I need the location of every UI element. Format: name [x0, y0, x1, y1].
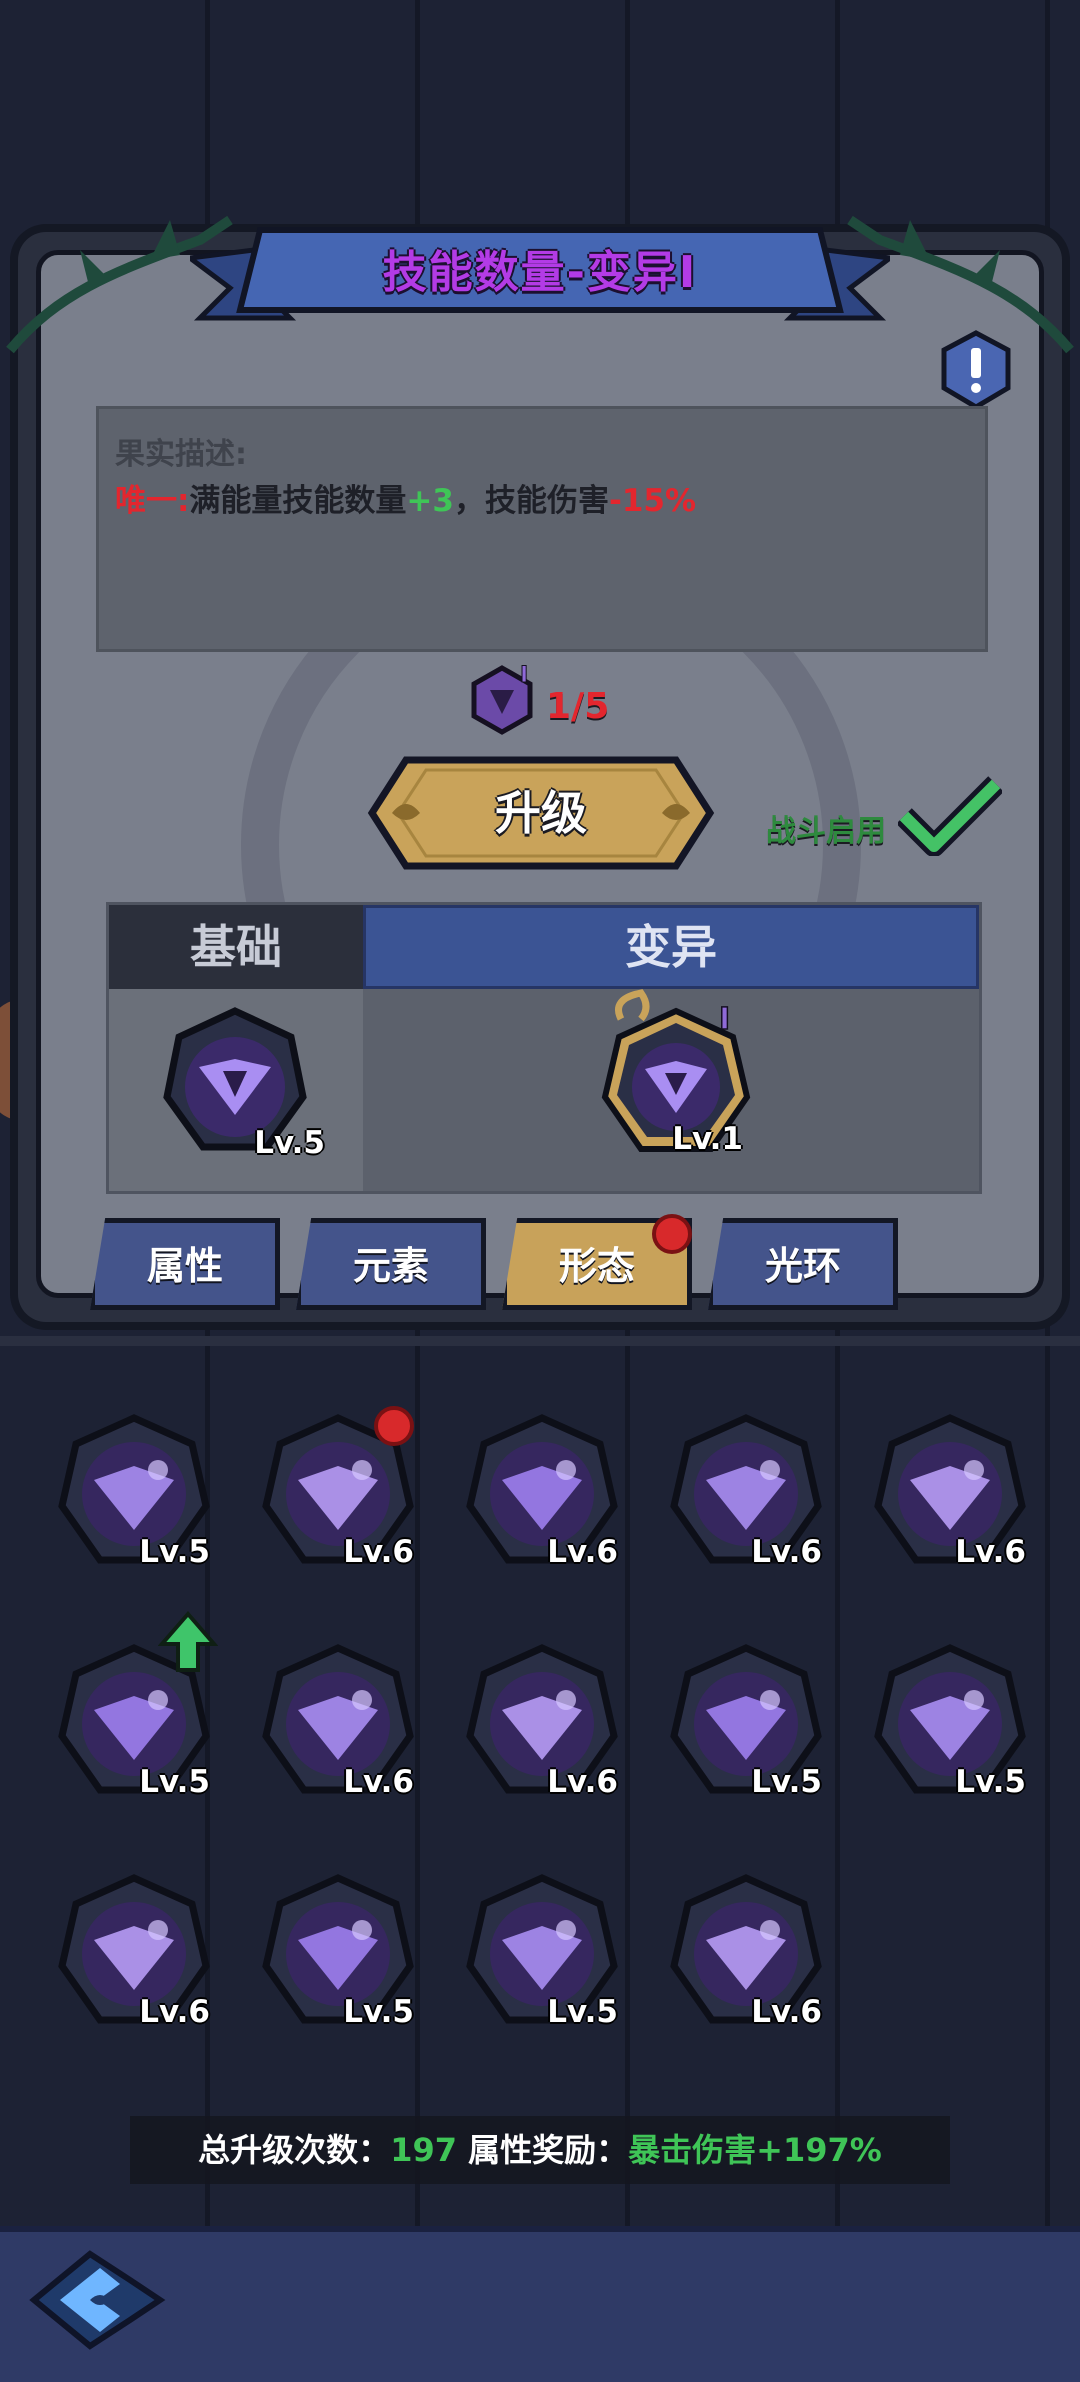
svg-text:I: I: [719, 1002, 730, 1037]
svg-text:I: I: [520, 663, 528, 688]
mutation-fruit-icon: I: [471, 663, 533, 735]
skill-level: Lv.6: [751, 1534, 822, 1570]
info-alert-icon[interactable]: [940, 330, 1012, 410]
mutation-skill-icon[interactable]: I Lv.1: [591, 989, 761, 1179]
penalty-value: -15%: [608, 483, 697, 519]
description-box: 果实描述: 唯一:满能量技能数量+3，技能伤害-15%: [96, 406, 988, 652]
upgrade-button[interactable]: 升级: [366, 754, 716, 872]
section-divider: [0, 1336, 1080, 1346]
basic-header: 基础: [109, 905, 363, 989]
attribute-bonus-label: 属性奖励：: [468, 2131, 629, 2169]
total-upgrades-label: 总升级次数：: [198, 2131, 391, 2169]
tab-attribute[interactable]: 属性: [90, 1218, 280, 1310]
tab-aura[interactable]: 光环: [708, 1218, 898, 1310]
upgrade-available-arrow-icon: [158, 1610, 218, 1672]
basic-column: Lv.5: [109, 989, 363, 1191]
skill-item[interactable]: Lv.5: [54, 1610, 218, 1810]
skill-item[interactable]: Lv.5: [54, 1410, 214, 1580]
total-upgrades-value: 197: [390, 2131, 457, 2169]
mutation-skill-level: Lv.1: [672, 1121, 743, 1157]
description-text: 唯一:满能量技能数量+3，技能伤害-15%: [115, 475, 696, 520]
category-tabs: 属性 元素 形态 光环: [90, 1214, 920, 1310]
skill-item[interactable]: Lv.5: [462, 1870, 622, 2040]
skill-level: Lv.5: [955, 1764, 1026, 1800]
mutation-header: 变异: [363, 905, 979, 989]
description-part2: ，技能伤害: [453, 483, 609, 519]
upgrade-summary-bar: 总升级次数：197 属性奖励：暴击伤害+197%: [130, 2116, 950, 2184]
description-heading: 果实描述:: [115, 437, 247, 472]
attribute-bonus-value: 暴击伤害+197%: [628, 2131, 882, 2169]
skill-notification-dot: [374, 1406, 414, 1446]
upgrade-progress: 1/5: [546, 686, 610, 727]
skill-level: Lv.6: [547, 1764, 618, 1800]
bonus-value: +3: [406, 483, 454, 519]
tab-form-notification-dot: [652, 1214, 692, 1254]
skill-level: Lv.6: [955, 1534, 1026, 1570]
skill-level: Lv.5: [139, 1764, 210, 1800]
mutation-column: I Lv.1: [363, 989, 979, 1191]
skill-item[interactable]: Lv.6: [870, 1410, 1030, 1580]
skill-item[interactable]: Lv.6: [54, 1870, 214, 2040]
skill-item[interactable]: Lv.5: [666, 1640, 826, 1810]
basic-skill-level: Lv.5: [254, 1125, 325, 1161]
skill-level: Lv.6: [547, 1534, 618, 1570]
page-title: 技能数量-变异I: [382, 247, 698, 298]
skill-item[interactable]: Lv.6: [258, 1640, 418, 1810]
skill-level: Lv.6: [343, 1764, 414, 1800]
checkmark-icon[interactable]: [898, 776, 1002, 856]
skill-level: Lv.6: [343, 1534, 414, 1570]
basic-skill-icon[interactable]: Lv.5: [155, 1001, 325, 1171]
back-icon[interactable]: [20, 2240, 170, 2360]
skill-level: Lv.5: [751, 1764, 822, 1800]
skill-level: Lv.6: [139, 1994, 210, 2030]
skill-item[interactable]: Lv.6: [666, 1870, 826, 2040]
skill-level: Lv.5: [139, 1534, 210, 1570]
unique-prefix: 唯一:: [115, 483, 190, 519]
skill-level: Lv.6: [751, 1994, 822, 2030]
skill-level: Lv.5: [547, 1994, 618, 2030]
skill-item[interactable]: Lv.5: [870, 1640, 1030, 1810]
battle-enable-label: 战斗启用: [766, 814, 886, 849]
skill-item[interactable]: Lv.6: [462, 1640, 622, 1810]
comparison-table: 基础 变异 Lv.5 I Lv.1: [106, 902, 982, 1194]
skill-item[interactable]: Lv.6: [258, 1406, 418, 1580]
skill-level: Lv.5: [343, 1994, 414, 2030]
skill-item[interactable]: Lv.6: [462, 1410, 622, 1580]
skill-item[interactable]: Lv.5: [258, 1870, 418, 2040]
description-part1: 满能量技能数量: [189, 483, 407, 519]
tab-element[interactable]: 元素: [296, 1218, 486, 1310]
skill-item[interactable]: Lv.6: [666, 1410, 826, 1580]
